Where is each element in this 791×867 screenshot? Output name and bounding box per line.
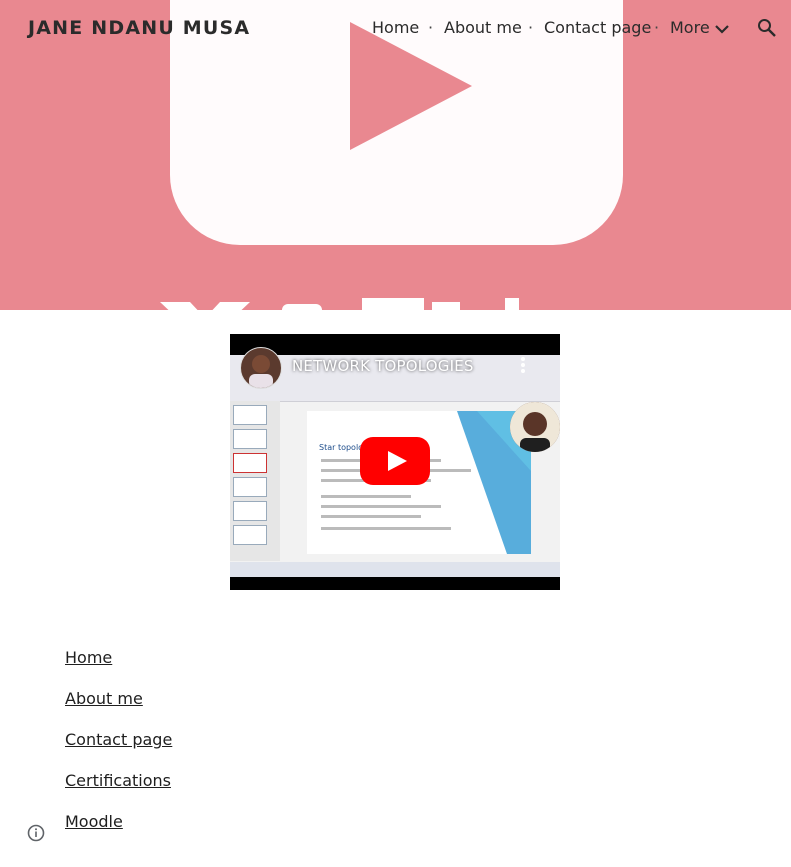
nav-separator: · bbox=[654, 18, 660, 37]
youtube-play-icon[interactable] bbox=[360, 437, 430, 489]
video-title[interactable]: NETWORK TOPOLOGIES bbox=[292, 357, 474, 375]
footer-link-home[interactable]: Home bbox=[65, 647, 172, 688]
footer-link-certifications[interactable]: Certifications bbox=[65, 770, 172, 811]
nav-item-more[interactable]: More bbox=[670, 18, 710, 37]
nav-item-contact-page[interactable]: Contact page bbox=[544, 18, 651, 37]
nav-separator: · bbox=[528, 18, 534, 37]
hero-banner bbox=[0, 0, 791, 310]
youtube-logo-icon bbox=[160, 0, 623, 310]
footer-link-moodle[interactable]: Moodle bbox=[65, 811, 172, 852]
footer-link-contact-page[interactable]: Contact page bbox=[65, 729, 172, 770]
channel-avatar[interactable] bbox=[240, 347, 282, 389]
youtube-video-embed[interactable]: Star topology NETWORK TOPOLOGIES bbox=[230, 334, 560, 590]
top-navigation: Home · About me · Contact page · More bbox=[0, 17, 791, 41]
video-taskbar bbox=[230, 562, 560, 577]
footer-link-about-me[interactable]: About me bbox=[65, 688, 172, 729]
info-icon[interactable] bbox=[27, 824, 45, 846]
video-slide-pane bbox=[230, 401, 280, 561]
footer-navigation: Home About me Contact page Certification… bbox=[65, 647, 172, 852]
chevron-down-icon[interactable] bbox=[714, 21, 730, 41]
search-icon[interactable] bbox=[757, 18, 777, 42]
nav-separator: · bbox=[428, 18, 434, 37]
nav-item-about-me[interactable]: About me bbox=[444, 18, 522, 37]
webcam-overlay bbox=[510, 402, 560, 452]
nav-item-home[interactable]: Home bbox=[372, 18, 419, 37]
kebab-menu-icon[interactable] bbox=[520, 356, 526, 378]
